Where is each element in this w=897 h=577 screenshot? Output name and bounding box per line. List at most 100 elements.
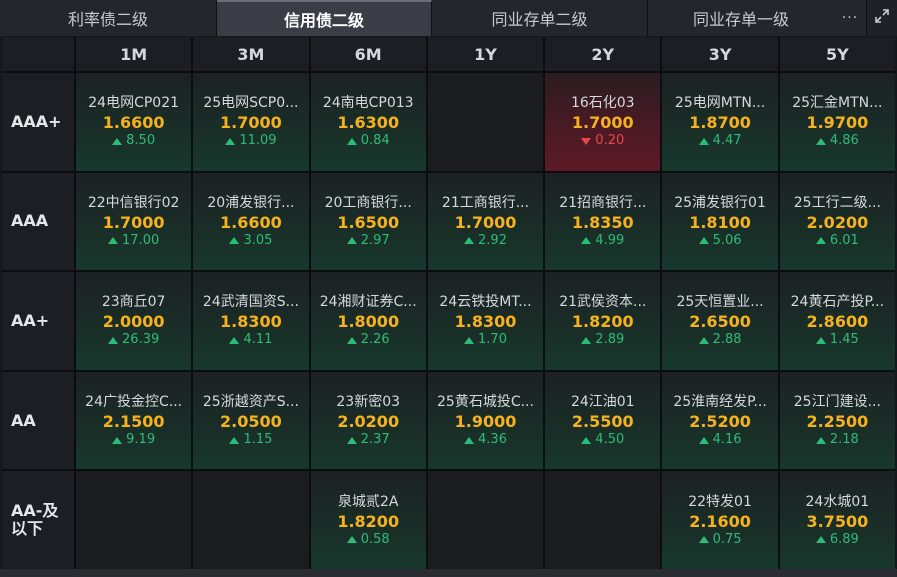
yield-change: 17.00: [108, 233, 159, 249]
tab-ncd-primary[interactable]: 同业存单一级: [648, 0, 834, 36]
yield-change: 2.18: [815, 432, 859, 448]
bond-cell[interactable]: 24江油01 2.5500 4.50: [545, 371, 661, 470]
yield-change: 11.09: [225, 133, 277, 149]
bond-cell[interactable]: 25天恒置业... 2.6500 2.88: [662, 272, 778, 370]
change-value: 4.47: [712, 133, 742, 149]
change-value: 17.00: [122, 232, 160, 248]
bond-name: 25浙越资产S...: [202, 394, 299, 411]
bond-cell[interactable]: 22中信银行02 1.7000 17.00: [76, 172, 192, 271]
yield-matrix: 1M 3M 6M 1Y 2Y 3Y 5Y AAA+ 24电网CP021 1.6600 8.50 25电…: [2, 37, 895, 569]
change-value: 2.37: [360, 432, 390, 448]
bond-cell[interactable]: 25江门建设... 2.2500 2.18: [779, 371, 895, 470]
bond-cell[interactable]: 25黄石城投C... 1.9000 4.36: [427, 371, 544, 470]
arrow-up-icon: [815, 436, 826, 444]
yield-change: 4.36: [464, 432, 507, 448]
bond-cell[interactable]: 25汇金MTN... 1.9700 4.86: [779, 73, 895, 171]
yield-change: 0.58: [346, 532, 390, 548]
bond-cell[interactable]: 25浦发银行01 1.8100 5.06: [662, 172, 778, 271]
change-value: 1.15: [243, 432, 273, 448]
column-header-1y[interactable]: 1Y: [427, 37, 544, 71]
change-value: 1.70: [478, 332, 507, 348]
tab-rate-bond-secondary[interactable]: 利率债二级: [0, 0, 217, 36]
yield-change: 4.50: [581, 432, 624, 448]
bond-cell[interactable]: 25电网MTN... 1.8700 4.47: [662, 73, 778, 171]
change-value: 0.84: [360, 133, 390, 149]
arrow-up-icon: [346, 137, 357, 145]
bond-name: 20浦发银行...: [207, 194, 295, 211]
bond-cell[interactable]: 24黄石产投P... 2.8600 1.45: [779, 272, 895, 370]
arrow-up-icon: [108, 336, 119, 344]
column-header-5y[interactable]: 5Y: [779, 37, 895, 71]
bond-cell[interactable]: 21招商银行... 1.8350 4.99: [545, 172, 661, 271]
bond-cell[interactable]: 25电网SCP0... 1.7000 11.09: [193, 73, 309, 171]
arrow-up-icon: [346, 336, 357, 344]
column-header-3m[interactable]: 3M: [193, 37, 309, 71]
bond-cell[interactable]: 24南电CP013 1.6300 0.84: [310, 73, 426, 171]
bond-cell[interactable]: 20工商银行... 1.6500 2.97: [310, 172, 426, 271]
change-value: 2.18: [829, 432, 859, 448]
empty-cell: [545, 471, 661, 569]
tab-credit-bond-secondary[interactable]: 信用债二级: [217, 0, 432, 36]
tab-ncd-secondary[interactable]: 同业存单二级: [432, 0, 648, 36]
bond-cell[interactable]: 24电网CP021 1.6600 8.50: [76, 73, 192, 171]
arrow-up-icon: [581, 436, 592, 444]
bond-cell[interactable]: 25工行二级... 2.0200 6.01: [779, 172, 895, 271]
bond-yield: 2.0200: [337, 412, 400, 432]
bond-yield: 2.0500: [220, 412, 282, 432]
bond-name: 24湘财证券C...: [319, 294, 417, 311]
bond-name: 24水城01: [805, 493, 870, 510]
bond-yield: 1.8300: [220, 312, 282, 332]
column-header-6m[interactable]: 6M: [310, 37, 426, 71]
row-header-rating: AAA+: [2, 73, 74, 171]
column-header-3y[interactable]: 3Y: [662, 37, 778, 71]
bond-cell[interactable]: 25浙越资产S... 2.0500 1.15: [193, 371, 309, 470]
more-button[interactable]: ···: [834, 0, 866, 36]
bond-cell[interactable]: 25淮南经发P... 2.5200 4.16: [662, 371, 778, 470]
bond-cell[interactable]: 22特发01 2.1600 0.75: [662, 471, 778, 569]
bond-name: 24南电CP013: [322, 95, 414, 112]
empty-cell: [427, 73, 544, 171]
yield-change: 4.86: [815, 133, 859, 149]
bond-cell[interactable]: 16石化03 1.7000 0.20: [545, 73, 661, 171]
yield-change: 0.75: [698, 532, 742, 548]
arrow-up-icon: [698, 436, 709, 444]
bond-yield: 1.6500: [337, 212, 400, 232]
bond-cell[interactable]: 23新密03 2.0200 2.37: [310, 371, 426, 470]
bond-cell[interactable]: 24广投金控C... 2.1500 9.19: [76, 371, 192, 470]
bond-name: 21招商银行...: [559, 194, 647, 211]
bond-name: 25天恒置业...: [676, 294, 764, 311]
expand-button[interactable]: [866, 0, 897, 36]
bond-name: 24云铁投MT...: [439, 294, 532, 311]
bond-cell[interactable]: 21工商银行... 1.7000 2.92: [427, 172, 544, 271]
yield-change: 2.89: [581, 332, 624, 348]
yield-change: 6.01: [815, 233, 859, 249]
row-header-rating: AA: [2, 371, 74, 470]
bond-yield: 2.5500: [571, 412, 634, 432]
bond-cell[interactable]: 泉城贰2A 1.8200 0.58: [310, 471, 426, 569]
bond-name: 21武侯资本...: [559, 294, 647, 311]
change-value: 4.16: [712, 432, 742, 448]
bond-name: 22特发01: [688, 493, 752, 510]
change-value: 2.88: [712, 332, 742, 348]
bond-cell[interactable]: 24武清国资S... 1.8300 4.11: [193, 272, 309, 370]
bond-name: 25江门建设...: [793, 394, 881, 411]
bond-cell[interactable]: 20浦发银行... 1.6600 3.05: [193, 172, 309, 271]
bond-cell[interactable]: 24云铁投MT... 1.8300 1.70: [427, 272, 544, 370]
arrow-up-icon: [815, 137, 826, 145]
bond-name: 25浦发银行01: [674, 194, 766, 211]
bond-yield: 2.0000: [102, 312, 165, 332]
bond-cell[interactable]: 24湘财证券C... 1.8000 2.26: [310, 272, 426, 370]
expand-icon: [874, 8, 890, 28]
change-value: 4.36: [478, 432, 507, 448]
bond-cell[interactable]: 21武侯资本... 1.8200 2.89: [545, 272, 661, 370]
bond-name: 24广投金控C...: [85, 394, 183, 411]
yield-change: 26.39: [108, 332, 159, 348]
column-header-2y[interactable]: 2Y: [545, 37, 661, 71]
bond-cell[interactable]: 24水城01 3.7500 6.89: [779, 471, 895, 569]
bond-cell[interactable]: 23商丘07 2.0000 26.39: [76, 272, 192, 370]
yield-change: 6.89: [815, 532, 859, 548]
bond-yield: 2.8600: [806, 312, 869, 332]
bottom-scrollbar[interactable]: [0, 569, 897, 577]
arrow-up-icon: [698, 336, 709, 344]
column-header-1m[interactable]: 1M: [76, 37, 192, 71]
